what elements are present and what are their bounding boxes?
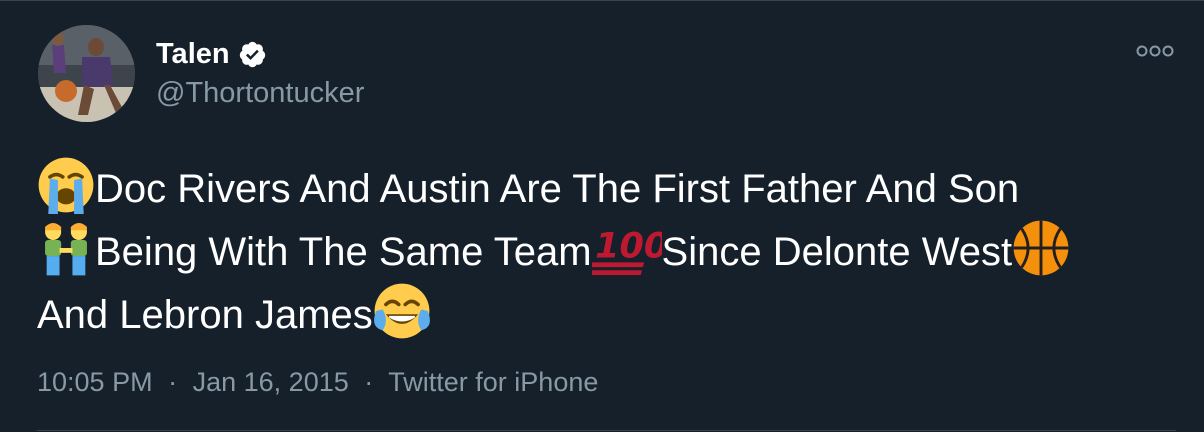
more-options-icon[interactable] (1134, 41, 1176, 61)
author-handle[interactable]: @Thortontucker (156, 76, 364, 110)
tweet-text-line: And Lebron James (37, 282, 1157, 345)
face-with-tears-of-joy-emoji (373, 282, 431, 340)
loudly-crying-face-emoji (37, 156, 95, 214)
meta-separator: · (364, 367, 374, 397)
meta-separator: · (168, 367, 178, 397)
tweet-date[interactable]: Jan 16, 2015 (193, 367, 349, 397)
tweet-text: Doc Rivers And Austin Are The First Fath… (37, 156, 1157, 345)
tweet-text-line: Doc Rivers And Austin Are The First Fath… (37, 156, 1157, 219)
hundred-points-emoji: 100 (591, 219, 662, 277)
tweet-meta: 10:05 PM · Jan 16, 2015 · Twitter for iP… (37, 365, 598, 399)
tweet-time[interactable]: 10:05 PM (37, 367, 153, 397)
basketball-emoji (1012, 219, 1070, 277)
verified-badge-icon (239, 41, 265, 67)
tweet-text-line: Being With The Same Team 100 Since Delon… (37, 219, 1157, 282)
tweet-text-run: Doc Rivers And Austin Are The First Fath… (95, 167, 1020, 211)
author-display-name[interactable]: Talen (156, 37, 230, 71)
avatar[interactable] (38, 25, 135, 122)
svg-text:100: 100 (595, 227, 662, 267)
tweet-source[interactable]: Twitter for iPhone (388, 367, 598, 397)
two-men-holding-hands-emoji (37, 219, 95, 277)
author-display-name-row[interactable]: Talen (156, 37, 267, 71)
divider (37, 430, 1176, 431)
tweet-text-run: Since Delonte West (661, 230, 1013, 274)
tweet-text-run: And Lebron James (37, 293, 373, 337)
tweet-text-run: Being With The Same Team (95, 230, 592, 274)
tweet-card: Talen @Thortontucker Doc Rivers And Aust… (0, 0, 1204, 432)
